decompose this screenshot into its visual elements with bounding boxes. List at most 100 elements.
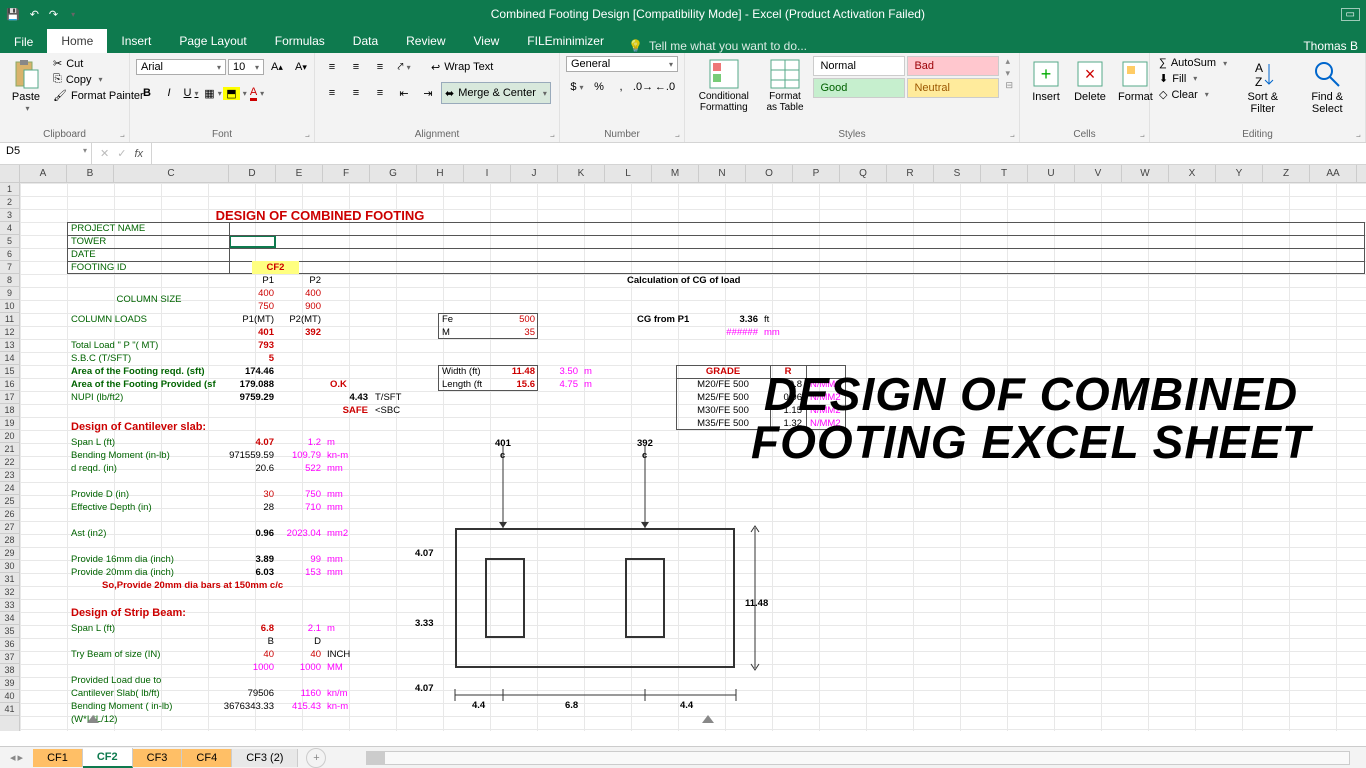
tab-nav-first-icon[interactable]: ◂ [10, 751, 16, 764]
row-header-31[interactable]: 31 [0, 573, 19, 586]
style-bad[interactable]: Bad [907, 56, 999, 76]
align-right-button[interactable]: ≡ [369, 82, 391, 104]
percent-button[interactable]: % [588, 76, 610, 98]
align-bottom-button[interactable]: ≡ [369, 56, 391, 78]
increase-decimal-button[interactable]: .0→ [632, 76, 654, 98]
col-header-R[interactable]: R [887, 165, 934, 182]
row-header-10[interactable]: 10 [0, 300, 19, 313]
sheet-tab-cf1[interactable]: CF1 [33, 749, 83, 767]
merge-center-button[interactable]: ⬌Merge & Center▾ [441, 82, 551, 104]
col-header-M[interactable]: M [652, 165, 699, 182]
styles-up-icon[interactable]: ▴ [1005, 56, 1013, 67]
col-header-L[interactable]: L [605, 165, 652, 182]
row-header-41[interactable]: 41 [0, 703, 19, 716]
tab-home[interactable]: Home [47, 29, 107, 53]
insert-cells-button[interactable]: +Insert [1026, 56, 1066, 105]
col-header-T[interactable]: T [981, 165, 1028, 182]
sheet-tab-cf3[interactable]: CF3 [133, 749, 183, 767]
clear-button[interactable]: ◇Clear▾ [1156, 87, 1230, 102]
styles-down-icon[interactable]: ▾ [1005, 68, 1013, 79]
number-format-combo[interactable]: General▾ [566, 56, 678, 72]
tab-page-layout[interactable]: Page Layout [165, 29, 260, 53]
row-header-15[interactable]: 15 [0, 365, 19, 378]
col-header-J[interactable]: J [511, 165, 558, 182]
paste-button[interactable]: Paste▾ [6, 56, 46, 115]
row-header-23[interactable]: 23 [0, 469, 19, 482]
align-top-button[interactable]: ≡ [321, 56, 343, 78]
wrap-text-button[interactable]: ↩Wrap Text [427, 56, 497, 78]
style-good[interactable]: Good [813, 78, 905, 98]
file-tab[interactable]: File [0, 31, 47, 53]
row-header-2[interactable]: 2 [0, 196, 19, 209]
tab-fileminimizer[interactable]: FILEminimizer [513, 29, 618, 53]
row-header-13[interactable]: 13 [0, 339, 19, 352]
row-header-19[interactable]: 19 [0, 417, 19, 430]
delete-cells-button[interactable]: ×Delete [1070, 56, 1110, 105]
row-header-34[interactable]: 34 [0, 612, 19, 625]
cell-styles-gallery[interactable]: Normal Bad Good Neutral [813, 56, 999, 98]
font-name-combo[interactable]: Arial▾ [136, 59, 226, 75]
col-header-Y[interactable]: Y [1216, 165, 1263, 182]
col-header-N[interactable]: N [699, 165, 746, 182]
col-header-H[interactable]: H [417, 165, 464, 182]
row-header-24[interactable]: 24 [0, 482, 19, 495]
conditional-formatting-button[interactable]: Conditional Formatting [691, 56, 757, 115]
row-header-6[interactable]: 6 [0, 248, 19, 261]
style-normal[interactable]: Normal [813, 56, 905, 76]
styles-more-icon[interactable]: ⊟ [1005, 80, 1013, 91]
col-header-O[interactable]: O [746, 165, 793, 182]
row-header-21[interactable]: 21 [0, 443, 19, 456]
row-header-12[interactable]: 12 [0, 326, 19, 339]
cancel-formula-icon[interactable]: ✕ [100, 147, 109, 160]
fill-color-button[interactable]: ⬒▾ [224, 82, 246, 104]
tab-data[interactable]: Data [339, 29, 392, 53]
user-account[interactable]: Thomas B [1303, 39, 1366, 53]
horizontal-scrollbar[interactable] [366, 751, 1350, 765]
tab-nav-last-icon[interactable]: ▸ [18, 751, 24, 764]
row-header-39[interactable]: 39 [0, 677, 19, 690]
font-size-combo[interactable]: 10▾ [228, 59, 264, 75]
decrease-indent-button[interactable]: ⇤ [393, 82, 415, 104]
accounting-button[interactable]: $▾ [566, 76, 588, 98]
col-header-G[interactable]: G [370, 165, 417, 182]
row-header-22[interactable]: 22 [0, 456, 19, 469]
italic-button[interactable]: I [158, 82, 180, 104]
sheet-tab-cf3-2[interactable]: CF3 (2) [232, 749, 298, 767]
save-icon[interactable]: 💾 [6, 8, 20, 21]
col-header-D[interactable]: D [229, 165, 276, 182]
underline-button[interactable]: U▾ [180, 82, 202, 104]
align-middle-button[interactable]: ≡ [345, 56, 367, 78]
row-header-29[interactable]: 29 [0, 547, 19, 560]
row-header-14[interactable]: 14 [0, 352, 19, 365]
col-header-B[interactable]: B [67, 165, 114, 182]
col-header-X[interactable]: X [1169, 165, 1216, 182]
row-header-35[interactable]: 35 [0, 625, 19, 638]
col-header-I[interactable]: I [464, 165, 511, 182]
grow-font-button[interactable]: A▴ [266, 56, 288, 78]
row-header-5[interactable]: 5 [0, 235, 19, 248]
row-header-18[interactable]: 18 [0, 404, 19, 417]
row-header-20[interactable]: 20 [0, 430, 19, 443]
col-header-E[interactable]: E [276, 165, 323, 182]
enter-formula-icon[interactable]: ✓ [117, 147, 126, 160]
col-header-U[interactable]: U [1028, 165, 1075, 182]
row-header-25[interactable]: 25 [0, 495, 19, 508]
col-header-F[interactable]: F [323, 165, 370, 182]
row-header-32[interactable]: 32 [0, 586, 19, 599]
align-center-button[interactable]: ≡ [345, 82, 367, 104]
undo-icon[interactable]: ↶ [30, 8, 39, 21]
row-header-27[interactable]: 27 [0, 521, 19, 534]
orientation-button[interactable]: ⤤▾ [393, 56, 415, 78]
select-all-corner[interactable] [0, 165, 20, 182]
col-header-Z[interactable]: Z [1263, 165, 1310, 182]
col-header-V[interactable]: V [1075, 165, 1122, 182]
row-header-17[interactable]: 17 [0, 391, 19, 404]
col-header-AA[interactable]: AA [1310, 165, 1357, 182]
row-header-40[interactable]: 40 [0, 690, 19, 703]
tab-view[interactable]: View [460, 29, 514, 53]
row-header-9[interactable]: 9 [0, 287, 19, 300]
row-header-1[interactable]: 1 [0, 183, 19, 196]
row-header-11[interactable]: 11 [0, 313, 19, 326]
row-header-38[interactable]: 38 [0, 664, 19, 677]
style-neutral[interactable]: Neutral [907, 78, 999, 98]
